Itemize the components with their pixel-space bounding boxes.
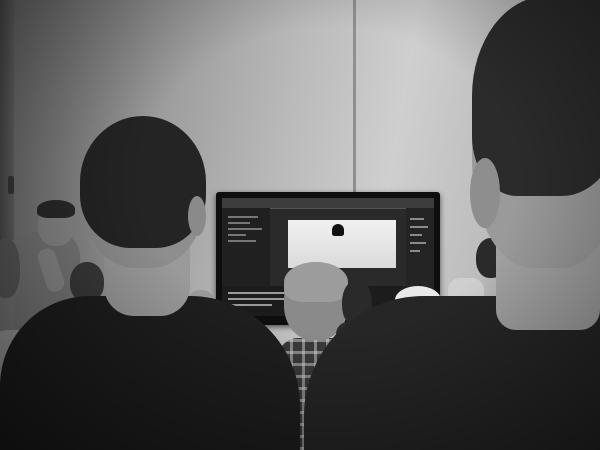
center-person-shoulders — [0, 296, 300, 450]
animated-figure — [332, 224, 344, 236]
standing-man-hair — [37, 200, 75, 218]
center-person-ear — [188, 196, 206, 236]
editor-left-panel — [222, 208, 270, 286]
editor-viewport — [288, 220, 396, 268]
plaid-shirt-person-hair — [284, 262, 348, 302]
door-frame — [0, 0, 14, 240]
right-person-ear — [470, 158, 500, 228]
center-person-hair — [80, 116, 206, 248]
door-handle — [8, 176, 14, 194]
photo-scene — [0, 0, 600, 450]
wall-seam — [353, 0, 356, 200]
